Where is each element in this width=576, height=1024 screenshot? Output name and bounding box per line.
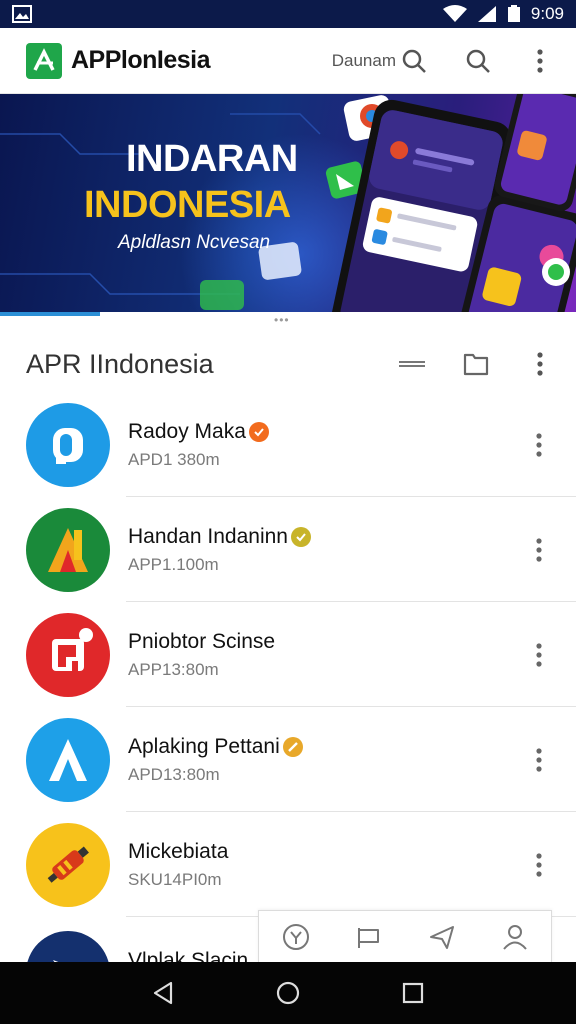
banner-title-line2: INDONESIA — [84, 184, 291, 226]
wifi-icon — [442, 5, 467, 23]
more-vert-icon[interactable] — [524, 845, 554, 885]
search-icon[interactable] — [458, 41, 498, 81]
bottom-tab-bar — [258, 910, 552, 963]
app-icon — [26, 822, 110, 907]
folder-icon[interactable] — [456, 344, 496, 384]
section-title: APR IIndonesia — [26, 348, 214, 379]
more-vert-icon[interactable] — [524, 740, 554, 780]
more-vert-icon[interactable] — [524, 635, 554, 675]
app-icon — [26, 507, 110, 592]
badge-icon[interactable] — [276, 917, 316, 957]
app-meta: APD1 380m — [128, 449, 220, 469]
list-item[interactable]: Pniobtor Scinse APP13:80m — [0, 602, 576, 707]
verified-badge-icon — [282, 736, 303, 757]
app-icon — [26, 717, 110, 802]
flag-icon[interactable] — [349, 917, 389, 957]
list-item[interactable]: Handan Indaninn APP1.100m — [0, 497, 576, 602]
send-icon[interactable] — [422, 917, 462, 957]
app-meta: SKU14PI0m — [128, 869, 222, 889]
person-icon[interactable] — [495, 917, 535, 957]
status-time: 9:09 — [530, 4, 564, 23]
drag-handle[interactable]: ••• — [274, 314, 290, 326]
section-header: APR IIndonesia — [0, 332, 576, 396]
more-vert-icon[interactable] — [520, 344, 560, 384]
battery-icon — [507, 5, 521, 23]
app-name: Pniobtor Scinse — [128, 629, 276, 653]
screen: 9:09 APPlonIesia Daunam INDARAN INDONESI… — [0, 0, 576, 1024]
app-name: Aplaking Pettani — [128, 734, 280, 758]
banner-subtitle: Apldlasn Ncvesan — [118, 232, 271, 253]
banner-title-line1: INDARAN — [126, 138, 298, 180]
app-logo — [26, 42, 62, 79]
back-icon[interactable] — [143, 973, 183, 1013]
carousel-progress — [0, 312, 100, 316]
app-name: Mickebiata — [128, 839, 229, 863]
more-vert-icon[interactable] — [520, 41, 560, 81]
system-nav-bar — [0, 962, 576, 1024]
app-icon — [26, 402, 110, 487]
recents-icon[interactable] — [393, 973, 433, 1013]
list-item[interactable]: Aplaking Pettani APD13:80m — [0, 707, 576, 812]
app-meta: APP1.100m — [128, 554, 219, 574]
app-icon — [26, 612, 110, 697]
minus-icon[interactable] — [392, 344, 432, 384]
app-name: Handan Indaninn — [128, 524, 288, 548]
app-meta: APD13:80m — [128, 764, 220, 784]
list-item[interactable]: Radoy Maka APD1 380m — [0, 392, 576, 497]
app-name: Radoy Maka — [128, 419, 246, 443]
verified-badge-icon — [248, 421, 269, 442]
hero-banner[interactable]: INDARAN INDONESIA Apldlasn Ncvesan — [0, 94, 576, 312]
app-title: APPlonIesia — [71, 46, 211, 74]
verified-badge-icon — [290, 526, 311, 547]
search-label[interactable]: Daunam — [332, 51, 396, 71]
app-bar: APPlonIesia Daunam — [0, 28, 576, 94]
home-icon[interactable] — [268, 973, 308, 1013]
status-bar: 9:09 — [0, 0, 576, 28]
more-vert-icon[interactable] — [524, 425, 554, 465]
signal-icon — [477, 5, 497, 23]
list-item[interactable]: Mickebiata SKU14PI0m — [0, 812, 576, 917]
app-meta: APP13:80m — [128, 659, 219, 679]
more-vert-icon[interactable] — [524, 530, 554, 570]
image-icon — [12, 5, 32, 23]
carousel-indicator: ••• — [0, 312, 576, 326]
search-icon[interactable] — [394, 41, 434, 81]
